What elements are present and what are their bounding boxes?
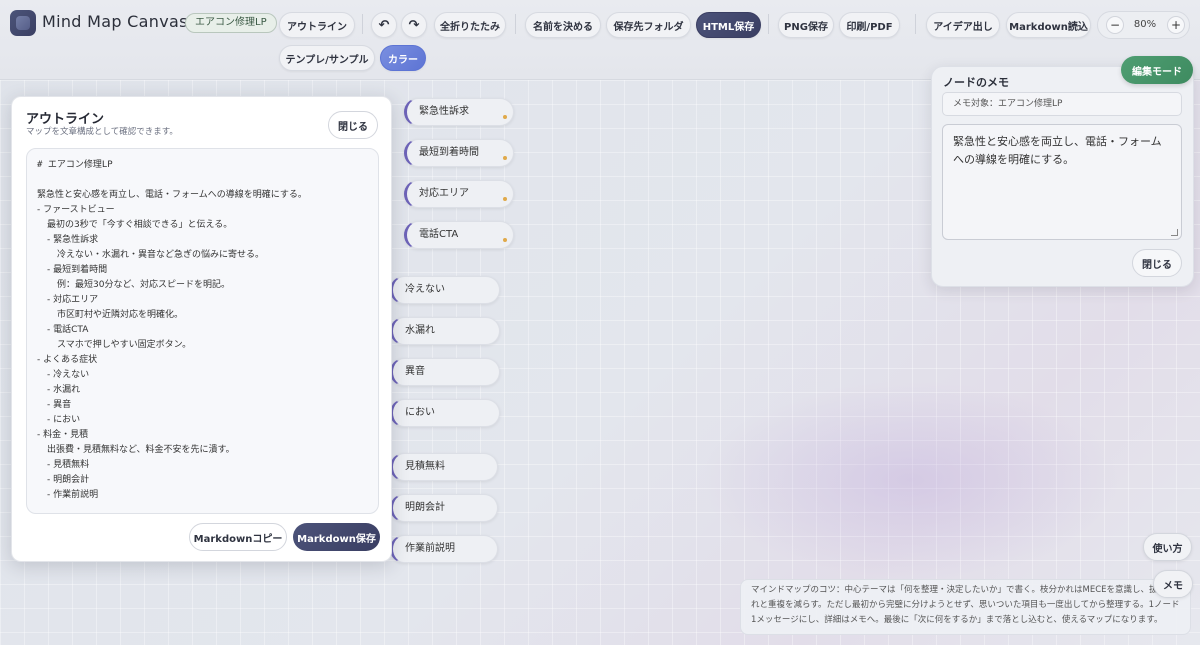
outline-line: - におい (47, 415, 81, 425)
outline-line: # エアコン修理LP (37, 160, 113, 170)
outline-line: 冷えない・水漏れ・異音など急ぎの悩みに寄せる。 (57, 250, 265, 260)
tips-box: マインドマップのコツ：中心テーマは「何を整理・決定したいか」で書く。枝分かれはM… (740, 579, 1191, 635)
outline-line: - 異音 (47, 400, 72, 410)
zoom-out-button[interactable]: − (1106, 16, 1124, 34)
app-title: Mind Map Canvas (42, 12, 188, 31)
undo-button[interactable]: ↶ (371, 12, 397, 38)
node-badge-dot (503, 115, 507, 119)
node-label: 異音 (405, 366, 425, 377)
outline-line: 最初の3秒で「今すぐ相談できる」と伝える。 (47, 220, 233, 230)
node-smell[interactable]: におい (390, 399, 500, 427)
node-label: 電話CTA (419, 229, 459, 240)
png-save-button[interactable]: PNG保存 (778, 12, 834, 38)
color-button[interactable]: カラー (380, 45, 426, 71)
outline-line: - 作業前説明 (47, 490, 99, 500)
note-panel-title: ノードのメモ (943, 76, 1009, 89)
toolbar-divider (362, 14, 363, 34)
node-service-area[interactable]: 対応エリア (404, 180, 514, 208)
outline-line: - よくある症状 (37, 355, 98, 365)
node-label: 最短到着時間 (419, 147, 479, 158)
node-badge-dot (503, 238, 507, 242)
outline-line: - 対応エリア (47, 295, 99, 305)
note-close-button[interactable]: 閉じる (1132, 249, 1182, 277)
node-arrival-time[interactable]: 最短到着時間 (404, 139, 514, 167)
node-phone-cta[interactable]: 電話CTA (404, 221, 514, 249)
note-target-field: メモ対象：エアコン修理LP (942, 92, 1182, 116)
edit-mode-button[interactable]: 編集モード (1121, 56, 1193, 84)
node-note-panel: ノードのメモ メモ対象：エアコン修理LP 緊急性と安心感を両立し、電話・フォーム… (931, 66, 1194, 287)
name-button[interactable]: 名前を決める (525, 12, 601, 38)
template-sample-button[interactable]: テンプレ/サンプル (279, 45, 375, 71)
outline-subtitle: マップを文章構成として確認できます。 (26, 127, 178, 137)
outline-line: - 最短到着時間 (47, 265, 108, 275)
node-water-leak[interactable]: 水漏れ (390, 317, 500, 345)
ideas-button[interactable]: アイデア出し (926, 12, 1000, 38)
toolbar-divider (768, 14, 769, 34)
toolbar-divider (515, 14, 516, 34)
zoom-control: − 80% + (1097, 11, 1190, 39)
outline-line: - 見積無料 (47, 460, 90, 470)
redo-button[interactable]: ↷ (401, 12, 427, 38)
node-label: 緊急性訴求 (419, 106, 469, 117)
node-badge-dot (503, 156, 507, 160)
note-text: 緊急性と安心感を両立し、電話・フォームへの導線を明確にする。 (953, 135, 1162, 166)
node-badge-dot (503, 197, 507, 201)
zoom-level: 80% (1133, 19, 1157, 30)
help-button[interactable]: 使い方 (1143, 533, 1192, 561)
node-label: におい (405, 407, 435, 418)
node-urgency[interactable]: 緊急性訴求 (404, 98, 514, 126)
outline-line: - 冷えない (47, 370, 90, 380)
canvas-glow (700, 380, 1120, 580)
outline-line: 出張費・見積無料など、料金不安を先に潰す。 (47, 445, 235, 455)
zoom-in-button[interactable]: + (1167, 16, 1185, 34)
node-label: 見積無料 (405, 461, 445, 472)
outline-line: - ファーストビュー (37, 205, 115, 215)
node-label: 作業前説明 (405, 543, 455, 554)
project-badge[interactable]: エアコン修理LP (185, 13, 277, 33)
node-label: 対応エリア (419, 188, 469, 199)
outline-line: スマホで押しやすい固定ボタン。 (57, 340, 192, 350)
memo-button[interactable]: メモ (1153, 570, 1193, 598)
note-textarea[interactable]: 緊急性と安心感を両立し、電話・フォームへの導線を明確にする。 (942, 124, 1182, 240)
collapse-all-button[interactable]: 全折りたたみ (434, 12, 506, 38)
node-clear-pricing[interactable]: 明朗会計 (390, 494, 498, 522)
outline-line: - 料金・見積 (37, 430, 89, 440)
outline-line: - 水漏れ (47, 385, 81, 395)
node-label: 冷えない (405, 284, 445, 295)
outline-line: 例：最短30分など、対応スピードを明記。 (57, 280, 231, 290)
html-save-button[interactable]: HTML保存 (696, 12, 761, 38)
node-noise[interactable]: 異音 (390, 358, 500, 386)
outline-line: - 電話CTA (47, 325, 89, 335)
outline-button[interactable]: アウトライン (279, 12, 355, 38)
node-pre-work-explanation[interactable]: 作業前説明 (390, 535, 498, 563)
node-not-cooling[interactable]: 冷えない (390, 276, 500, 304)
outline-line: - 緊急性訴求 (47, 235, 99, 245)
outline-line (37, 173, 368, 188)
outline-panel: アウトライン マップを文章構成として確認できます。 閉じる # エアコン修理LP… (11, 96, 392, 562)
markdown-import-button[interactable]: Markdown読込 (1006, 12, 1091, 38)
outline-text-area[interactable]: # エアコン修理LP 緊急性と安心感を両立し、電話・フォームへの導線を明確にする… (26, 148, 379, 514)
resize-handle-icon[interactable] (1171, 229, 1178, 236)
toolbar-divider (915, 14, 916, 34)
outline-line: - 明朗会計 (47, 475, 90, 485)
app-logo (10, 10, 36, 36)
outline-line: 市区町村や近隣対応を明確化。 (57, 310, 184, 320)
markdown-copy-button[interactable]: Markdownコピー (189, 523, 287, 551)
node-free-estimate[interactable]: 見積無料 (390, 453, 498, 481)
save-folder-button[interactable]: 保存先フォルダ (606, 12, 691, 38)
markdown-save-button[interactable]: Markdown保存 (293, 523, 380, 551)
node-label: 明朗会計 (405, 502, 445, 513)
outline-line: 緊急性と安心感を両立し、電話・フォームへの導線を明確にする。 (37, 190, 307, 200)
print-pdf-button[interactable]: 印刷/PDF (839, 12, 900, 38)
node-label: 水漏れ (405, 325, 435, 336)
outline-close-button[interactable]: 閉じる (328, 111, 378, 139)
